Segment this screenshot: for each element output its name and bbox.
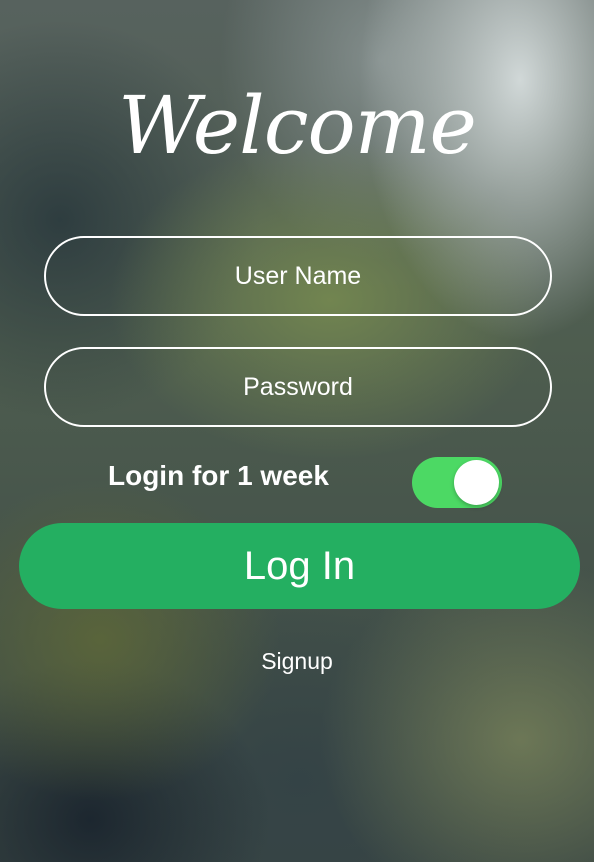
remember-toggle[interactable] [412, 457, 502, 508]
password-input[interactable] [69, 371, 527, 403]
welcome-title: Welcome [118, 79, 477, 172]
login-button[interactable]: Log In [19, 523, 580, 609]
password-field[interactable] [44, 347, 552, 427]
remember-label: Login for 1 week [108, 460, 329, 491]
toggle-knob [454, 460, 499, 505]
username-field[interactable] [44, 236, 552, 316]
username-input[interactable] [69, 260, 527, 292]
signup-link[interactable]: Signup [0, 648, 594, 675]
